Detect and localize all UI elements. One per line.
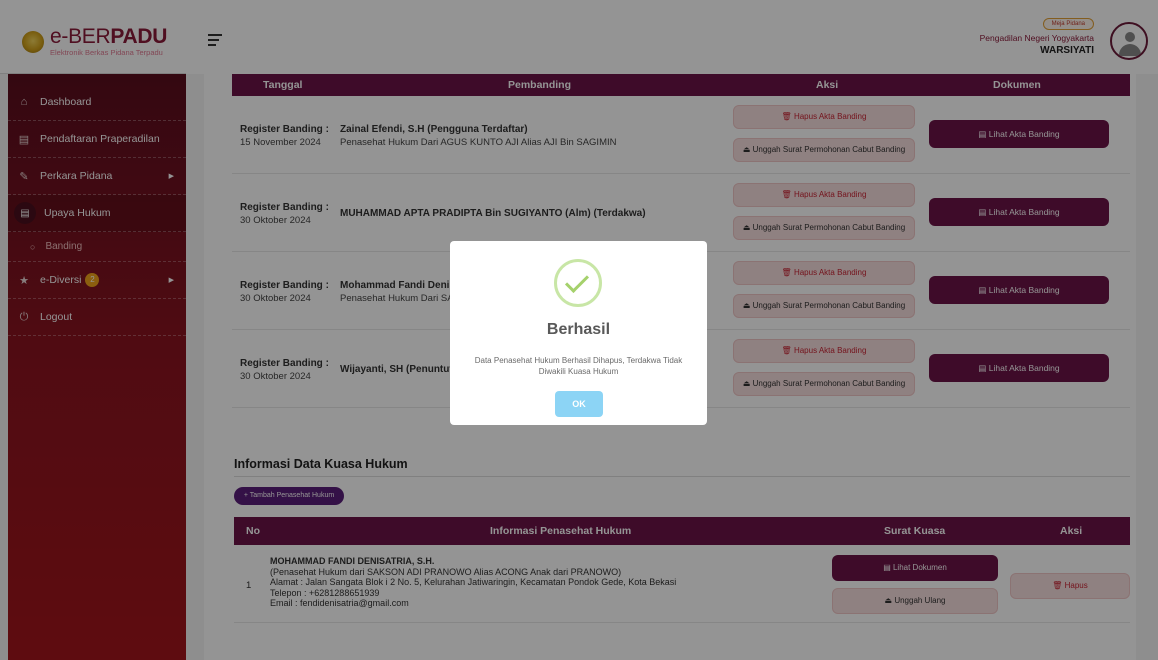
- success-dialog: Berhasil Data Penasehat Hukum Berhasil D…: [450, 241, 707, 425]
- dialog-message: Data Penasehat Hukum Berhasil Dihapus, T…: [474, 356, 683, 376]
- dialog-title: Berhasil: [546, 321, 611, 338]
- success-check-icon: [554, 259, 602, 307]
- ok-button[interactable]: OK: [555, 391, 603, 417]
